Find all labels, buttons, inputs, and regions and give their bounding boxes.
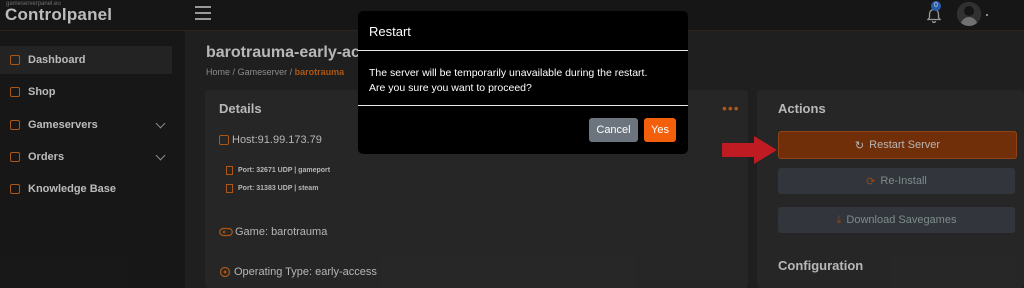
restart-dialog: Restart The server will be temporarily u… bbox=[358, 11, 688, 154]
dialog-message-line: Are you sure you want to proceed? bbox=[369, 82, 532, 94]
yes-button[interactable]: Yes bbox=[644, 118, 676, 142]
cancel-button[interactable]: Cancel bbox=[589, 118, 638, 142]
divider bbox=[358, 105, 688, 106]
divider bbox=[358, 50, 688, 51]
dialog-message: The server will be temporarily unavailab… bbox=[369, 66, 679, 96]
dialog-title: Restart bbox=[369, 24, 411, 39]
dialog-message-line: The server will be temporarily unavailab… bbox=[369, 67, 648, 79]
